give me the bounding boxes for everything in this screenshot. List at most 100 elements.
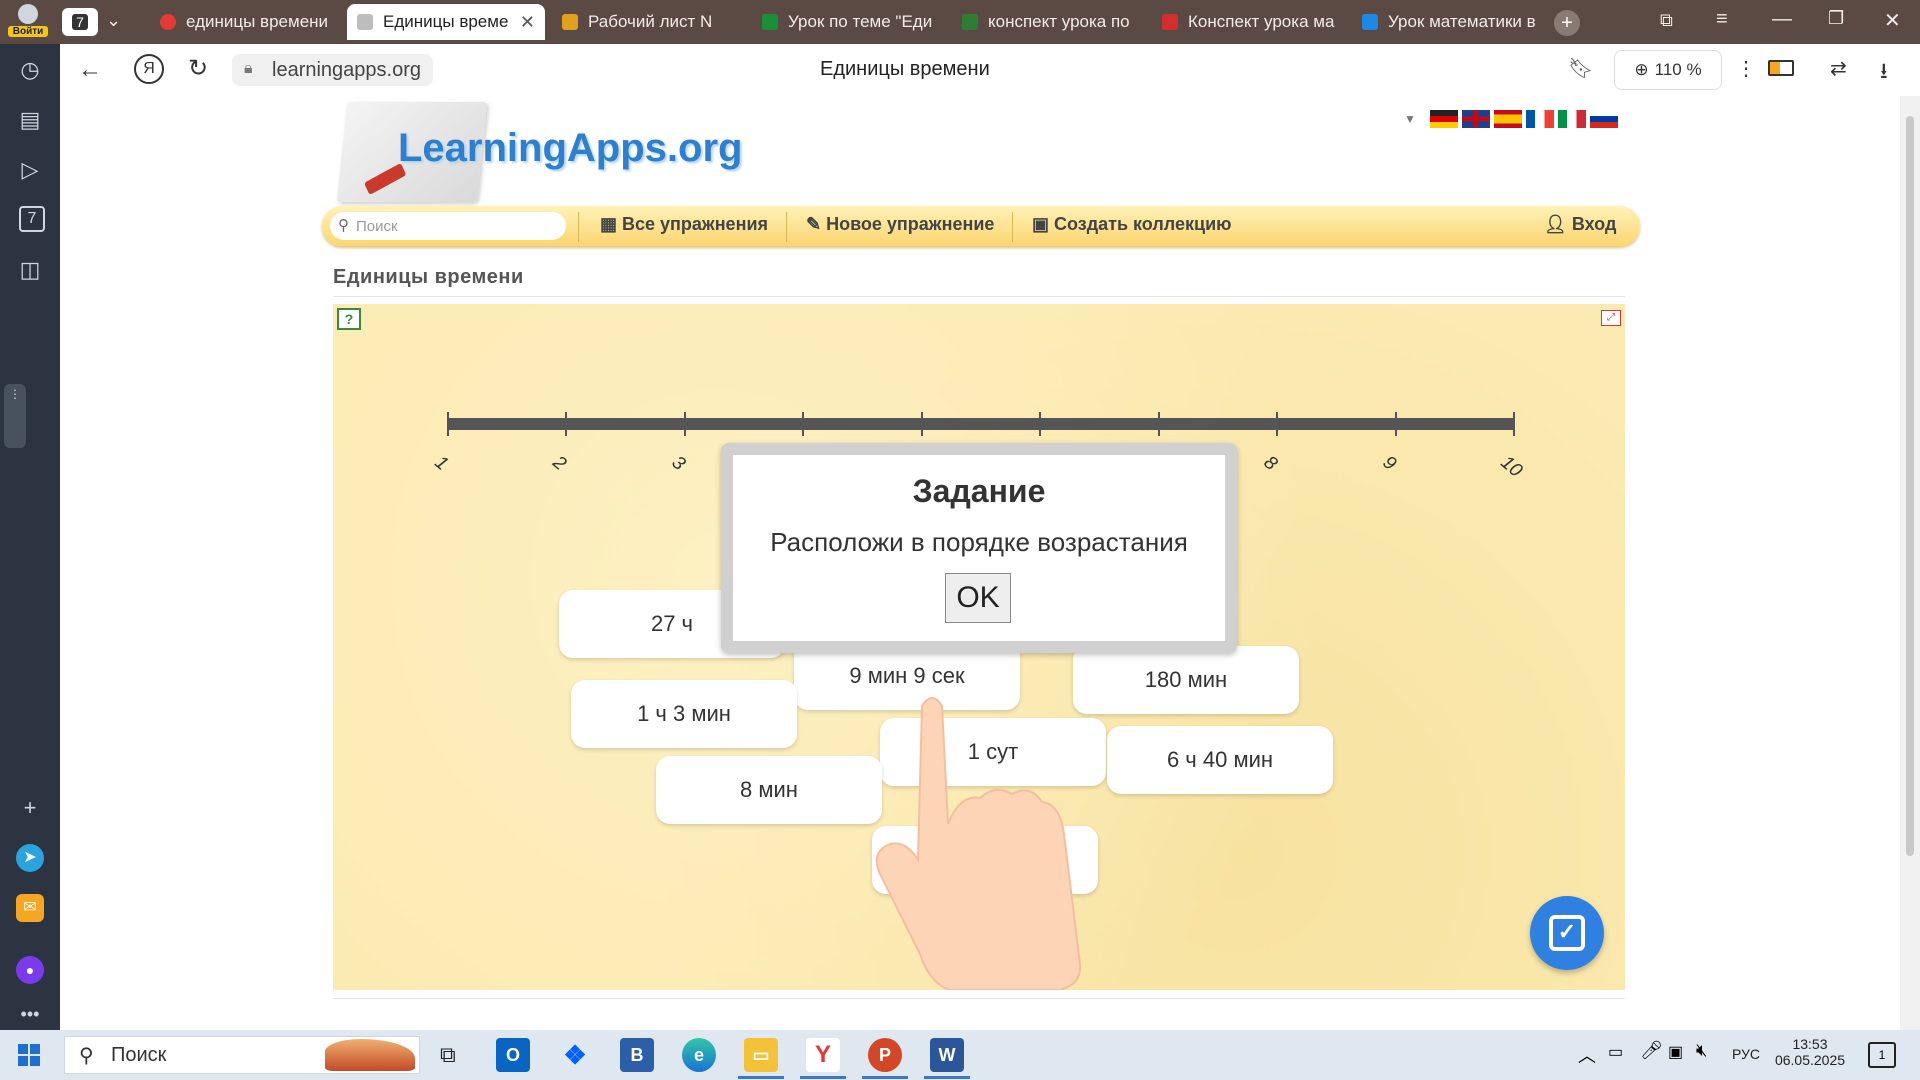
number-line-tick [1394,412,1397,436]
bookmark-icon[interactable]: 🔖︎ [1568,56,1593,81]
notifications-icon[interactable]: 1 [1868,1042,1896,1068]
nav-all-exercises[interactable]: ▦ Все упражнения [600,214,768,235]
word-icon[interactable]: W [930,1038,964,1072]
tab-2-active[interactable]: Единицы време ✕ [347,4,545,40]
active-app-indicator [924,1076,970,1079]
nav-divider [1012,212,1013,242]
play-icon[interactable]: ▷ [16,156,44,184]
scrollbar-thumb[interactable] [1906,116,1914,856]
volume-muted-icon[interactable]: 🔇︎ [1696,1040,1707,1061]
tray-expand-icon[interactable]: ︿ [1578,1042,1596,1068]
zoom-button[interactable]: ⊕ 110 % [1614,50,1722,90]
collections-icon[interactable]: ⧉ [1660,10,1673,31]
tab-5[interactable]: конспект урока по [952,6,1142,38]
restore-icon[interactable]: ❐ [1828,8,1844,29]
pencil-icon: ✎ [806,214,827,234]
more-icon[interactable]: ••• [16,1000,44,1028]
minimize-icon[interactable]: — [1772,8,1792,31]
language-dropdown-icon[interactable]: ▼ [1404,112,1416,126]
battery-icon[interactable] [1768,60,1794,76]
powerpoint-icon[interactable]: P [868,1038,902,1072]
input-language[interactable]: РУС [1732,1046,1760,1062]
nav-create-collection[interactable]: ▣ Создать коллекцию [1032,214,1232,235]
new-tab-icon[interactable]: + [1554,10,1580,36]
scrollbar[interactable] [1900,96,1920,1030]
tabs-icon[interactable]: ▤ [16,106,44,134]
translate-icon[interactable]: ⇄ [1830,56,1847,81]
history-icon[interactable]: ◷ [16,56,44,84]
tab-6[interactable]: Конспект урока ма [1152,6,1342,38]
yandex-browser-icon[interactable]: Y [806,1038,840,1072]
screenshot-icon[interactable]: ◫ [16,256,44,284]
task-dialog-body: Задание Расположи в порядке возрастания … [733,455,1225,641]
microphone-icon[interactable]: 🎤︎ [1640,1040,1663,1061]
card-label: 6 ч 40 мин [1166,747,1274,772]
close-icon[interactable]: ✕ [520,12,535,33]
telegram-icon[interactable]: ➤ [16,844,44,872]
url-field[interactable]: 🔒︎ learningapps.org [232,54,433,86]
mail-icon[interactable]: ✉ [16,894,44,922]
search-icon: ⚲ [79,1045,94,1067]
seven-icon[interactable]: 7 [19,206,45,232]
back-icon[interactable]: ← [78,56,102,84]
tab-4[interactable]: Урок по теме "Еди [752,6,942,38]
lock-icon: 🔒︎ [244,60,253,77]
download-icon[interactable]: ⭳ [1880,54,1888,92]
address-bar: ← Я ↻ 🔒︎ learningapps.org Единицы времен… [60,44,1920,97]
flag-it-icon[interactable] [1558,110,1586,128]
add-icon[interactable]: + [16,794,44,822]
url-text: learningapps.org [272,58,421,81]
tab-3[interactable]: Рабочий лист N [552,6,742,38]
b-app-icon[interactable]: B [620,1038,654,1072]
nav-divider [786,212,787,242]
clock-time: 13:53 [1792,1036,1828,1052]
alice-icon[interactable]: ● [16,956,44,984]
help-icon[interactable]: ? [337,308,361,330]
answer-card[interactable]: 6 ч 40 мин [1107,726,1333,794]
yandex-icon[interactable]: Я [134,54,164,84]
flag-de-icon[interactable] [1430,110,1458,128]
site-search-input[interactable]: ⚲ Поиск [330,212,566,240]
clock[interactable]: 13:53 06.05.2025 [1774,1036,1846,1068]
file-explorer-icon[interactable]: ▭ [744,1038,778,1072]
tab-1[interactable]: единицы времени [150,6,340,38]
dropbox-icon[interactable]: ❖ [558,1038,592,1072]
reload-icon[interactable]: ↻ [188,54,208,83]
flag-en-icon[interactable] [1462,110,1490,128]
card-label: 27 ч [650,611,694,636]
number-line-tick [565,412,568,436]
site-logo[interactable]: LearningApps.org [398,126,742,171]
bookmark-favicon-icon [762,14,778,30]
edge-icon[interactable]: e [682,1038,716,1072]
taskbar-search-label: Поиск [111,1043,167,1066]
search-icon: ⚲ [338,217,349,234]
flag-fr-icon[interactable] [1526,110,1554,128]
profile-button[interactable]: Войти [8,4,48,40]
fullscreen-icon[interactable]: ⤢ [1601,310,1621,326]
chevron-down-icon[interactable]: ⌄ [106,10,121,31]
flag-es-icon[interactable] [1494,110,1522,128]
flag-ru-icon[interactable] [1590,110,1618,128]
battery-tray-icon[interactable]: ▭ [1608,1042,1623,1062]
nav-new-exercise[interactable]: ✎ Новое упражнение [806,214,994,235]
menu-icon[interactable]: ≡ [1716,8,1728,31]
taskbar-search[interactable]: ⚲ Поиск [64,1036,420,1074]
browser-tab-bar: Войти 7 ⌄ единицы времени Единицы време … [0,0,1920,44]
tab-7[interactable]: Урок математики в [1352,6,1542,38]
page-menu-icon[interactable]: ⋮ [1736,56,1756,81]
check-answer-button[interactable]: ✓ [1530,896,1604,970]
windows-start-icon[interactable] [18,1044,40,1066]
active-app-indicator [862,1076,908,1079]
task-view-icon[interactable]: ⧉ [440,1042,456,1068]
nav-login-label: Вход [1571,214,1617,234]
answer-card[interactable]: 180 мин [1073,646,1299,714]
ok-button[interactable]: OK [945,573,1011,623]
sidebar-handle-icon[interactable]: ⋮ [4,384,26,448]
outlook-icon[interactable]: O [496,1038,530,1072]
nav-login[interactable]: 👤︎ Вход [1544,214,1616,235]
answer-card[interactable]: 8 мин [656,756,882,824]
window-close-icon[interactable]: ✕ [1884,8,1901,33]
tab-counter-button[interactable]: 7 [62,8,98,36]
network-icon[interactable]: ▣ [1668,1042,1683,1062]
answer-card[interactable]: 1 ч 3 мин [571,680,797,748]
